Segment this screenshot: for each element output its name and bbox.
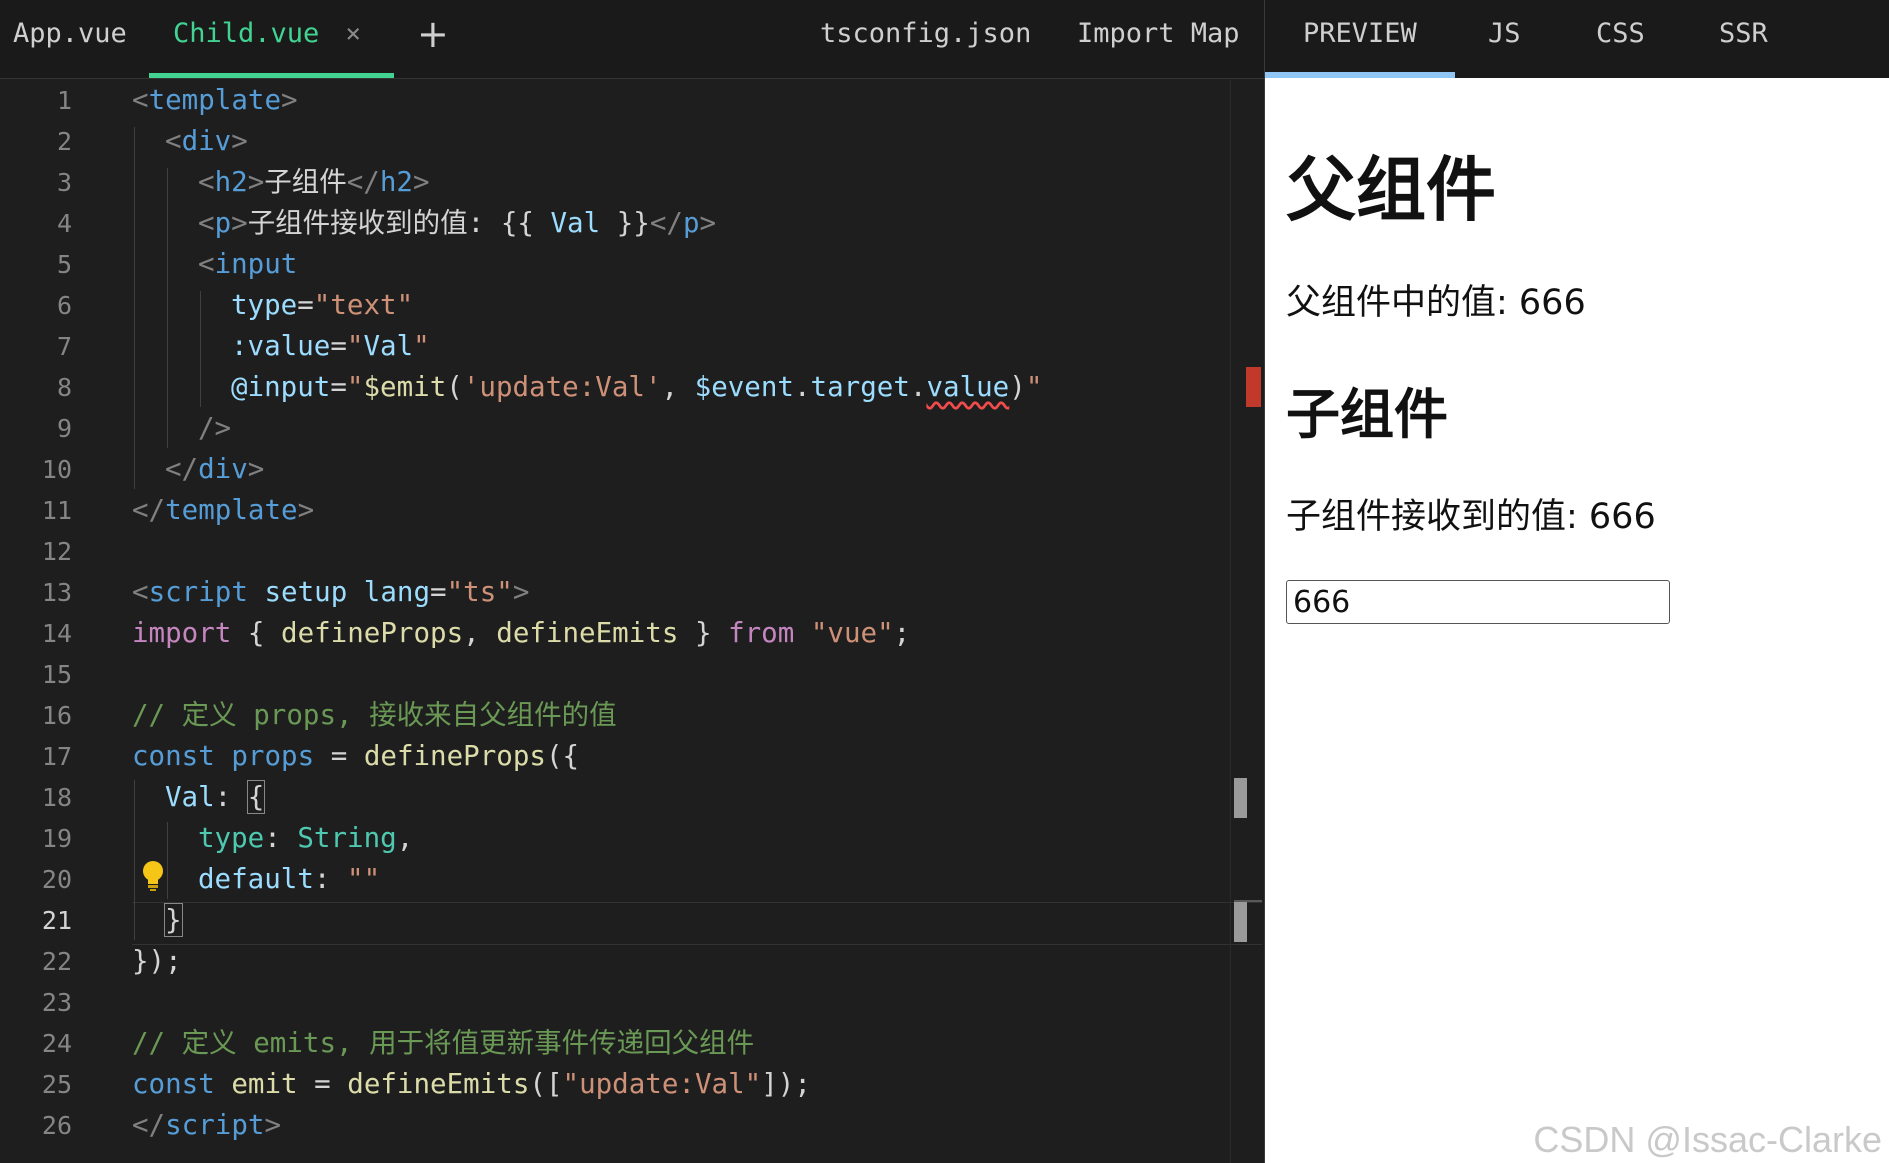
code-line-11: </template> [132,494,315,526]
line-number: 10 [41,455,72,484]
code-line-4: <p>子组件接收到的值: {{ Val }}</p> [198,207,717,239]
line-number: 22 [41,947,72,976]
cursor-marker [1234,902,1247,942]
line-number: 25 [41,1070,72,1099]
line-number: 17 [41,742,72,771]
tab-label: tsconfig.json [820,18,1032,49]
tab-preview[interactable]: PREVIEW [1265,0,1455,78]
line-number: 23 [41,988,72,1017]
preview-pane: PREVIEW JS CSS SSR 父组件 父组件中的值: 666 子组件 子… [1264,0,1889,1163]
code-line-8: @input="$emit('update:Val', $event.targe… [231,371,1043,403]
line-number: 3 [56,168,72,197]
line-number: 18 [41,783,72,812]
active-tab-indicator [1265,72,1455,78]
line-number: 26 [41,1111,72,1140]
code-editor[interactable]: <template> <div> <h2>子组件</h2> <p>子组件接收到的… [132,80,1222,1163]
tab-label: SSR [1719,18,1768,49]
editor-tab-bar: App.vue Child.vue × + tsconfig.json Impor… [0,0,1264,79]
child-value-input[interactable] [1286,580,1670,624]
line-number: 15 [41,660,72,689]
tab-ssr[interactable]: SSR [1719,0,1768,78]
code-line-3: <h2>子组件</h2> [198,166,430,198]
preview-tab-bar: PREVIEW JS CSS SSR [1265,0,1889,78]
code-line-24: // 定义 emits, 用于将值更新事件传递回父组件 [132,1027,755,1059]
lightbulb-icon[interactable] [140,860,166,892]
code-line-2: <div> [165,125,248,157]
bracket-marker [1234,778,1247,818]
tab-css[interactable]: CSS [1596,0,1645,78]
matching-bracket: } [164,903,183,937]
scroll-position-marker [1234,900,1262,902]
code-line-14: import { defineProps, defineEmits } from… [132,617,911,649]
editor-pane: App.vue Child.vue × + tsconfig.json Impor… [0,0,1264,1163]
child-heading: 子组件 [1286,383,1448,446]
line-number: 12 [41,537,72,566]
active-tab-indicator [149,73,394,78]
code-line-1: <template> [132,84,298,116]
child-value-text: 子组件接收到的值: 666 [1286,497,1656,537]
close-icon[interactable]: × [345,19,361,49]
tab-label: Child.vue [173,18,320,49]
line-number: 7 [56,332,72,361]
line-number: 8 [56,373,72,402]
code-line-18: Val: { [165,780,266,814]
code-line-25: const emit = defineEmits(["update:Val"])… [132,1068,811,1100]
code-line-13: <script setup lang="ts"> [132,576,530,608]
tab-label: JS [1488,18,1521,49]
code-line-10: </div> [165,453,265,485]
line-number: 24 [41,1029,72,1058]
parent-heading: 父组件 [1286,149,1496,231]
tab-app-vue[interactable]: App.vue [13,0,127,78]
line-number: 9 [56,414,72,443]
line-number: 19 [41,824,72,853]
parent-value-text: 父组件中的值: 666 [1286,283,1586,323]
add-file-button[interactable]: + [417,12,449,56]
line-number: 5 [56,250,72,279]
line-number: 14 [41,619,72,648]
code-line-21: } [164,900,183,941]
tab-label: CSS [1596,18,1645,49]
tab-import-map[interactable]: Import Map [1077,0,1240,78]
code-line-16: // 定义 props, 接收来自父组件的值 [132,699,617,731]
watermark: CSDN @Issac-Clarke [1533,1119,1882,1160]
tab-tsconfig[interactable]: tsconfig.json [820,0,1031,78]
line-number: 21 [41,906,72,935]
line-number: 6 [56,291,72,320]
code-line-17: const props = defineProps({ [132,740,580,772]
line-number: 11 [41,496,72,525]
line-number: 4 [56,209,72,238]
tab-label: App.vue [13,18,127,49]
tab-child-vue[interactable]: Child.vue × [149,0,394,78]
matching-bracket: { [246,780,266,814]
plus-icon: + [417,12,449,56]
error-squiggle: value [926,371,1010,403]
code-line-22: }); [132,945,182,977]
tab-label: Import Map [1077,18,1240,49]
code-line-19: type: String, [198,822,414,854]
line-number-gutter: 1 2 3 4 5 6 7 8 9 10 11 12 13 14 15 16 17 18 19 20 21 22 23 24 2… [0,80,90,1163]
code-line-6: type="text" [231,289,414,321]
line-number: 13 [41,578,72,607]
code-line-20: default: "" [198,863,381,895]
line-number: 2 [56,127,72,156]
tab-js[interactable]: JS [1488,0,1521,78]
code-line-7: :value="Val" [231,330,430,362]
tab-label: PREVIEW [1303,18,1417,49]
line-number: 20 [41,865,72,894]
code-line-5: <input [198,248,298,280]
line-number: 1 [56,86,72,115]
line-number: 16 [41,701,72,730]
editor-scrollbar[interactable] [1230,80,1263,1163]
code-line-26: </script> [132,1109,282,1141]
code-line-9: /> [198,412,232,444]
error-marker [1246,367,1261,407]
